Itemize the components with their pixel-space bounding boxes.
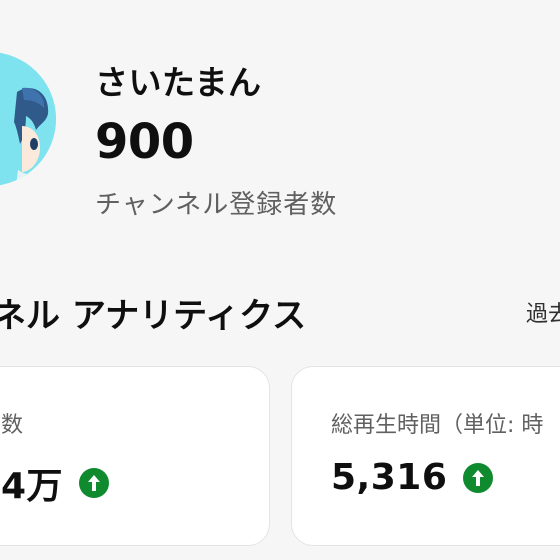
metric-card-label: 総再生時間（単位: 時 [331, 413, 544, 438]
metric-card-views[interactable]: 数 4万 [0, 366, 270, 546]
subscriber-count: 900 [95, 114, 194, 170]
metric-value: 5,316 [331, 457, 448, 498]
arrow-up-icon [463, 462, 494, 493]
metric-card-watch-time[interactable]: 総再生時間（単位: 時 5,316 [291, 366, 560, 546]
channel-avatar[interactable] [0, 52, 56, 186]
subscriber-count-label: チャンネル登録者数 [95, 190, 338, 220]
channel-dashboard-page: さいたまん 900 チャンネル登録者数 ネル アナリティクス 過去 数 4万 総… [0, 0, 560, 560]
metric-value-row: 4万 [1, 457, 110, 509]
analytics-section-title: ネル アナリティクス [0, 296, 307, 336]
period-selector[interactable]: 過去 [526, 296, 560, 328]
metric-value-row: 5,316 [331, 457, 494, 498]
avatar-illustration [0, 52, 56, 186]
metric-card-label: 数 [1, 413, 24, 438]
arrow-up-icon [79, 468, 110, 498]
channel-name: さいたまん [95, 63, 262, 102]
metric-value: 4万 [1, 466, 64, 507]
